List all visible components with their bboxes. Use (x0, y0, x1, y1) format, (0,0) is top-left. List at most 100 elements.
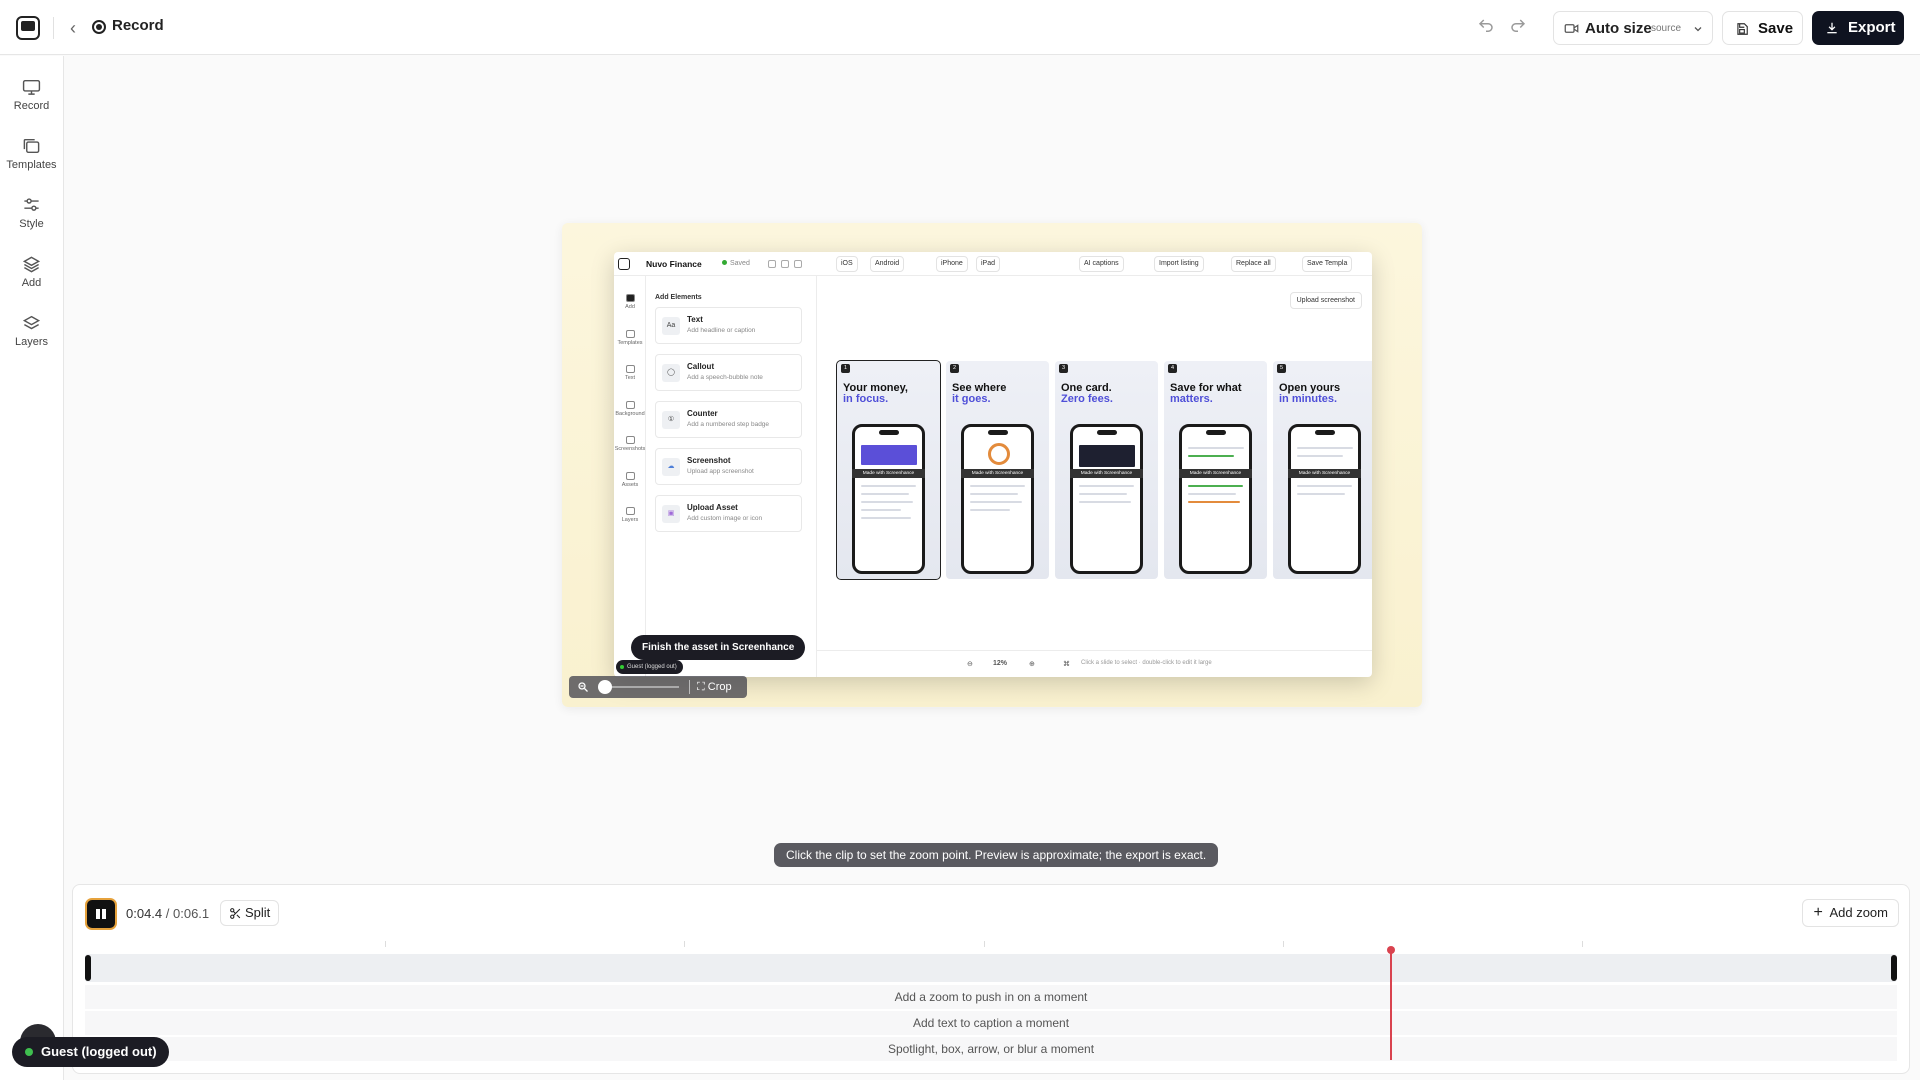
add-zoom-button[interactable]: + Add zoom (1802, 899, 1899, 927)
top-bar: ‹ Record Auto size source Save Export (0, 0, 1920, 55)
text-lane[interactable]: Add text to caption a moment (85, 1011, 1897, 1035)
download-icon (1825, 21, 1839, 35)
pause-button[interactable] (85, 898, 117, 930)
auto-size-dropdown[interactable]: Auto size source (1553, 11, 1713, 45)
preview-logo-icon (618, 258, 630, 270)
sliders-icon (24, 198, 39, 211)
preview-app-title: Nuvo Finance (646, 259, 702, 269)
preview-rail-item: Layers (614, 507, 646, 523)
auto-size-label: Auto size (1585, 20, 1652, 37)
preview-upload-button: Upload screenshot (1289, 292, 1362, 309)
breadcrumb[interactable]: Record (112, 17, 164, 34)
chevron-down-icon (1692, 23, 1704, 35)
preview-panel-title: Add Elements (655, 294, 702, 301)
preview-rail-item: Assets (614, 472, 646, 488)
preview-bottom-hint: Click a slide to select · double-click t… (1081, 660, 1212, 666)
preview-grid-icon (794, 260, 802, 268)
zoom-slider-knob[interactable] (598, 680, 612, 694)
preview-card: Aa Text Add headline or caption (655, 307, 802, 344)
divider (53, 17, 54, 39)
sidebar-item-record[interactable]: Record (0, 74, 63, 128)
crop-button[interactable]: ⛶ Crop (697, 681, 732, 694)
preview-redo-icon (781, 260, 789, 268)
record-icon (92, 20, 106, 34)
timeline-tick (1283, 941, 1284, 947)
time-readout: 0:04.4 / 0:06.1 (126, 906, 210, 921)
sidebar-item-add[interactable]: Add (0, 251, 63, 305)
split-label: Split (245, 905, 271, 920)
preview-pill-ai-captions: AI captions (1079, 256, 1124, 272)
preview-slide: 1 Your money, in focus. Made with Screenh… (836, 360, 941, 580)
preview-rail-item: Add (614, 294, 646, 310)
sidebar-item-label: Add (21, 277, 42, 289)
preview-pill-iphone: iPhone (936, 256, 968, 272)
preview-guest-badge: Guest (logged out) (616, 660, 683, 674)
timeline-tick (1582, 941, 1583, 947)
zoom-hint: Click the clip to set the zoom point. Pr… (774, 843, 1219, 867)
sidebar-item-label: Style (19, 218, 44, 230)
current-time: 0:04.4 (126, 906, 163, 921)
left-sidebar: Record Templates Style Add Layers (0, 56, 64, 1080)
guest-status-badge[interactable]: Guest (logged out) (12, 1037, 169, 1067)
crop-icon: ⛶ (697, 681, 705, 693)
preview-slide: 4 Save for what matters. Made with Screen… (1164, 361, 1267, 579)
app-logo-icon[interactable] (16, 16, 40, 40)
clip-start-handle[interactable] (85, 955, 91, 981)
divider (689, 680, 690, 694)
sidebar-item-label: Layers (14, 336, 49, 348)
crop-label: Crop (707, 681, 732, 693)
save-button[interactable]: Save (1722, 11, 1803, 45)
export-button[interactable]: Export (1812, 11, 1904, 45)
preview-bottom-bar: ⊖ 12% ⊕ ⌘ Click a slide to select · doub… (817, 650, 1372, 677)
split-button[interactable]: Split (220, 900, 280, 926)
export-label: Export (1848, 19, 1896, 36)
preview-add-elements-panel: Add Elements Aa Text Add headline or capti… (647, 276, 817, 677)
add-zoom-label: Add zoom (1829, 905, 1888, 920)
zoom-lane[interactable]: Add a zoom to push in on a moment (85, 985, 1897, 1009)
templates-icon (23, 138, 40, 154)
preview-card: ① Counter Add a numbered step badge (655, 401, 802, 438)
redo-icon[interactable] (1509, 17, 1529, 37)
preview-zoom-out-icon: ⊖ (967, 661, 973, 668)
sidebar-item-label: Templates (6, 159, 57, 171)
plus-icon: + (1813, 904, 1823, 921)
recorded-screenshot[interactable]: Nuvo Finance Saved iOS Android iPhone iP… (614, 252, 1372, 677)
back-chevron-icon[interactable]: ‹ (70, 16, 86, 40)
preview-zoom-in-icon: ⊕ (1029, 661, 1035, 668)
preview-card: ◯ Callout Add a speech-bubble note (655, 354, 802, 391)
sidebar-item-label: Record (13, 100, 50, 112)
timeline-tick (385, 941, 386, 947)
preview-rail-item: Text (614, 365, 646, 381)
preview-card: ☁ Screenshot Upload app screenshot (655, 448, 802, 485)
sidebar-item-style[interactable]: Style (0, 192, 63, 246)
annotation-lane[interactable]: Spotlight, box, arrow, or blur a moment (85, 1037, 1897, 1061)
preview-pill-save-template: Save Templa (1302, 256, 1353, 272)
timeline-tick (984, 941, 985, 947)
total-time: 0:06.1 (173, 906, 210, 921)
preview-pill-android: Android (870, 256, 905, 272)
playhead[interactable] (1386, 946, 1395, 1060)
video-clip[interactable] (85, 954, 1897, 982)
undo-icon[interactable] (1477, 17, 1497, 37)
save-label: Save (1758, 20, 1794, 37)
finish-tooltip: Finish the asset in Screenhance (631, 635, 806, 660)
preview-zoom-value: 12% (993, 660, 1008, 667)
auto-size-sub: source (1651, 23, 1682, 34)
clip-end-handle[interactable] (1891, 955, 1897, 981)
layers-stack-icon (22, 256, 41, 273)
preview-rail-item: Screenshots (614, 436, 646, 452)
preview-canvas[interactable]: Nuvo Finance Saved iOS Android iPhone iP… (562, 223, 1422, 707)
preview-card: ▣ Upload Asset Add custom image or icon (655, 495, 802, 532)
zoom-control[interactable]: ⛶ Crop (569, 676, 747, 698)
layers-icon (22, 315, 41, 330)
sidebar-item-templates[interactable]: Templates (0, 133, 63, 187)
preview-toolbar: Nuvo Finance Saved iOS Android iPhone iP… (614, 252, 1372, 276)
preview-undo-icon (768, 260, 776, 268)
preview-fit-icon: ⌘ (1063, 661, 1070, 668)
preview-pill-replace-all: Replace all (1231, 256, 1276, 272)
sidebar-item-layers[interactable]: Layers (0, 310, 63, 364)
zoom-magnifier-icon (577, 681, 589, 693)
preview-slide: 3 One card. Zero fees. Made with Screenha… (1055, 361, 1158, 579)
preview-pill-ios: iOS (836, 256, 858, 272)
timeline-panel: 0:04.4 / 0:06.1 Split + Add zoom Add a z… (72, 884, 1910, 1074)
